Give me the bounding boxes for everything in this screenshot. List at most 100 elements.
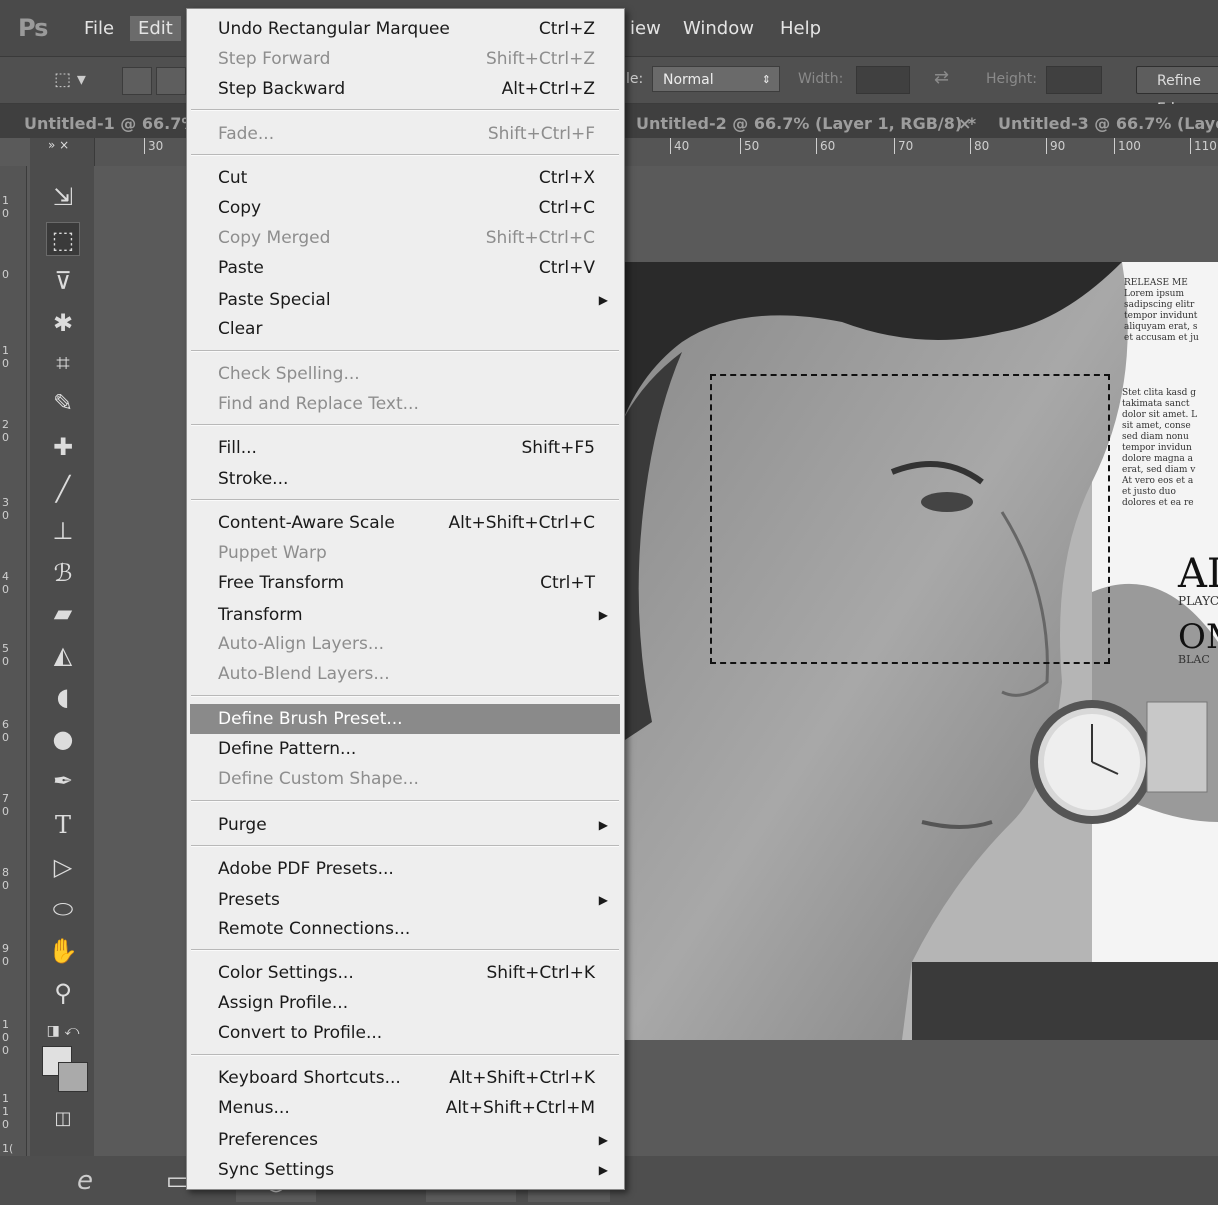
clone-stamp-icon[interactable]: ⊥: [46, 514, 80, 548]
background-color-icon[interactable]: [58, 1062, 88, 1092]
menu-separator: [191, 800, 619, 802]
doc-heading-2: OM: [1178, 617, 1218, 657]
hand-icon[interactable]: ✋: [46, 934, 80, 968]
menu-help[interactable]: Help: [780, 18, 821, 39]
menu-undo[interactable]: Undo Rectangular Marquee Ctrl+Z: [187, 14, 624, 44]
vruler-tick: 1 0: [2, 194, 9, 220]
width-field[interactable]: [856, 66, 910, 94]
doc-line: dolores et ea re: [1122, 498, 1194, 508]
marquee-preset-icon[interactable]: ⬚ ▾: [46, 67, 94, 93]
vertical-ruler: 1 0 0 1 0 2 0 3 0 4 0 5 0 6 0 7 0 8 0 9 …: [0, 166, 27, 1156]
dodge-icon[interactable]: ●: [46, 722, 80, 756]
menu-step-backward[interactable]: Step Backward Alt+Ctrl+Z: [187, 74, 624, 104]
add-selection-icon[interactable]: [156, 67, 186, 95]
menu-copy-merged[interactable]: Copy Merged Shift+Ctrl+C: [187, 223, 624, 253]
eraser-icon[interactable]: ▰: [46, 596, 80, 630]
submenu-arrow-icon: ▶: [598, 1163, 608, 1177]
tab-untitled-2[interactable]: Untitled-2 @ 66.7% (Layer 1, RGB/8) *: [636, 114, 976, 133]
menu-purge[interactable]: Purge ▶: [187, 810, 624, 840]
menu-view[interactable]: iew: [630, 18, 661, 39]
menu-stroke[interactable]: Stroke...: [187, 464, 624, 494]
doc-line: RELEASE ME: [1124, 278, 1188, 288]
menu-separator: [191, 109, 619, 111]
doc-subheading-1: PLAYC: [1178, 594, 1218, 608]
new-selection-icon[interactable]: [122, 67, 152, 95]
menu-puppet-warp[interactable]: Puppet Warp: [187, 538, 624, 568]
menu-define-brush-preset[interactable]: Define Brush Preset...: [190, 704, 620, 734]
menu-assign-profile[interactable]: Assign Profile...: [187, 988, 624, 1018]
ellipse-icon[interactable]: ⬭: [46, 892, 80, 926]
menu-remote-connections[interactable]: Remote Connections...: [187, 914, 624, 944]
menu-sync-settings[interactable]: Sync Settings ▶: [187, 1155, 624, 1185]
menu-auto-align[interactable]: Auto-Align Layers...: [187, 629, 624, 659]
tab-close-icon[interactable]: ×: [958, 114, 971, 133]
menu-content-aware-scale[interactable]: Content-Aware Scale Alt+Shift+Ctrl+C: [187, 508, 624, 538]
menu-preferences[interactable]: Preferences ▶: [187, 1125, 624, 1155]
menu-define-custom-shape[interactable]: Define Custom Shape...: [187, 764, 624, 794]
menu-presets[interactable]: Presets ▶: [187, 885, 624, 915]
menu-paste-special[interactable]: Paste Special ▶: [187, 285, 624, 315]
swap-icon[interactable]: ⇄: [934, 67, 949, 88]
ruler-tick: 90: [1046, 138, 1065, 154]
toolbox-header[interactable]: » ×: [48, 138, 69, 152]
type-tool-icon[interactable]: T: [46, 808, 80, 842]
photoshop-logo: Ps: [18, 14, 48, 42]
paint-bucket-icon[interactable]: ◭: [46, 638, 80, 672]
quick-mask-icon[interactable]: ◫: [46, 1102, 80, 1136]
healing-brush-icon[interactable]: ✚: [46, 430, 80, 464]
lasso-icon[interactable]: ⊽: [46, 264, 80, 298]
menu-menus[interactable]: Menus... Alt+Shift+Ctrl+M: [187, 1093, 624, 1123]
tab-untitled-1[interactable]: Untitled-1 @ 66.7%: [24, 114, 197, 133]
menu-free-transform[interactable]: Free Transform Ctrl+T: [187, 568, 624, 598]
menu-keyboard-shortcuts[interactable]: Keyboard Shortcuts... Alt+Shift+Ctrl+K: [187, 1063, 624, 1093]
edit-menu: Undo Rectangular Marquee Ctrl+Z Step Forw…: [186, 8, 625, 1190]
menu-auto-blend[interactable]: Auto-Blend Layers...: [187, 659, 624, 689]
menu-step-forward[interactable]: Step Forward Shift+Ctrl+Z: [187, 44, 624, 74]
menu-convert-profile[interactable]: Convert to Profile...: [187, 1018, 624, 1048]
menu-edit[interactable]: Edit: [130, 16, 181, 41]
menu-window[interactable]: Window: [683, 18, 754, 39]
menu-copy[interactable]: Copy Ctrl+C: [187, 193, 624, 223]
ruler-tick: 30: [144, 138, 163, 154]
path-selection-icon[interactable]: ▷: [46, 850, 80, 884]
menu-check-spelling[interactable]: Check Spelling...: [187, 359, 624, 389]
menu-file[interactable]: File: [84, 18, 114, 39]
pen-icon[interactable]: ✒: [46, 764, 80, 798]
menu-fill[interactable]: Fill... Shift+F5: [187, 433, 624, 463]
menu-find-replace[interactable]: Find and Replace Text...: [187, 389, 624, 419]
ruler-tick: 60: [816, 138, 835, 154]
ruler-tick: 80: [970, 138, 989, 154]
menu-separator: [191, 350, 619, 352]
doc-line: Stet clita kasd g: [1122, 388, 1197, 398]
tab-untitled-3[interactable]: Untitled-3 @ 66.7% (Layer: [998, 114, 1218, 133]
menu-pdf-presets[interactable]: Adobe PDF Presets...: [187, 854, 624, 884]
blur-icon[interactable]: ◖: [46, 680, 80, 714]
menu-cut[interactable]: Cut Ctrl+X: [187, 163, 624, 193]
magic-wand-icon[interactable]: ✱: [46, 306, 80, 340]
menu-fade[interactable]: Fade... Shift+Ctrl+F: [187, 119, 624, 149]
move-tool-icon[interactable]: ⇲: [46, 180, 80, 214]
doc-line: dolor sit amet. L: [1122, 410, 1198, 420]
menu-clear[interactable]: Clear: [187, 314, 624, 344]
crop-icon[interactable]: ⌗: [46, 346, 80, 380]
eyedropper-icon[interactable]: ✎: [46, 386, 80, 420]
menu-define-pattern[interactable]: Define Pattern...: [187, 734, 624, 764]
swap-colors-icon[interactable]: ◨ ⤺: [46, 1014, 80, 1048]
vruler-tick: 6 0: [2, 718, 9, 744]
rectangular-marquee-icon[interactable]: ⬚: [46, 222, 80, 256]
zoom-icon[interactable]: ⚲: [46, 976, 80, 1010]
ie-icon[interactable]: e: [60, 1160, 110, 1202]
style-select[interactable]: Normal ⇕: [652, 66, 780, 92]
history-brush-icon[interactable]: ℬ: [46, 556, 80, 590]
doc-line: erat, sed diam v: [1122, 465, 1196, 475]
menu-separator: [191, 949, 619, 951]
menu-paste[interactable]: Paste Ctrl+V: [187, 253, 624, 283]
menu-color-settings[interactable]: Color Settings... Shift+Ctrl+K: [187, 958, 624, 988]
height-field[interactable]: [1046, 66, 1102, 94]
submenu-arrow-icon: ▶: [598, 818, 608, 832]
style-value: Normal: [663, 72, 714, 88]
refine-edge-button[interactable]: Refine Ed: [1136, 66, 1218, 117]
menu-transform[interactable]: Transform ▶: [187, 600, 624, 630]
marquee-selection[interactable]: [710, 374, 1110, 664]
brush-icon[interactable]: ╱: [46, 472, 80, 506]
